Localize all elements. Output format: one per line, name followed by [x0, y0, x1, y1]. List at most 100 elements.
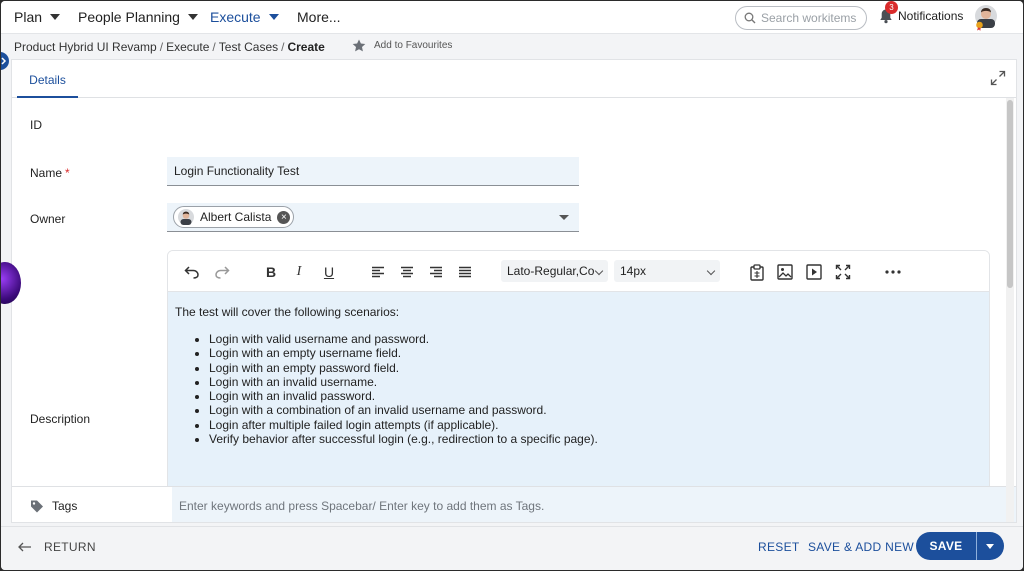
add-to-favourites-button[interactable]: Add to Favourites: [352, 39, 452, 52]
id-label: ID: [30, 118, 42, 132]
tags-row: Tags: [12, 486, 1016, 522]
sidebar-toggle-button[interactable]: [1, 52, 9, 70]
list-item: Verify behavior after successful login (…: [209, 432, 989, 446]
arrow-left-icon: [18, 542, 31, 552]
align-center-icon[interactable]: [398, 263, 416, 281]
scenario-list: Login with valid username and password. …: [175, 332, 989, 446]
breadcrumb: Product Hybrid UI Revamp / Execute / Test Ca…: [14, 40, 325, 54]
chevron-down-icon: [50, 14, 61, 20]
tags-label: Tags: [30, 499, 77, 513]
editor-toolbar: B I U Lato-Regular,Co 14px: [168, 251, 989, 292]
align-right-icon[interactable]: [427, 263, 445, 281]
chevron-right-icon: [1, 57, 7, 65]
search-box[interactable]: [735, 6, 867, 30]
name-field[interactable]: [167, 157, 579, 186]
chevron-down-icon[interactable]: [559, 215, 569, 220]
breadcrumb-separator: /: [159, 40, 164, 54]
owner-select[interactable]: Albert Calista ×: [167, 203, 579, 232]
breadcrumb-bar: Product Hybrid UI Revamp / Execute / Test Ca…: [1, 35, 1023, 59]
tag-icon: [31, 500, 43, 513]
notifications-label: Notifications: [898, 9, 964, 23]
top-nav: Plan People Planning Execute More... Sea…: [1, 1, 1023, 34]
scrollbar-thumb[interactable]: [1007, 100, 1013, 288]
chevron-down-icon: [187, 14, 198, 20]
list-item: Login with an empty password field.: [209, 361, 989, 375]
nav-plan-label: Plan: [14, 9, 43, 25]
undo-icon[interactable]: [183, 263, 201, 281]
chevron-down-icon: [268, 14, 279, 20]
nav-execute-label: Execute: [210, 9, 261, 25]
image-icon[interactable]: [776, 263, 794, 281]
chevron-down-icon: [706, 266, 716, 276]
font-family-select[interactable]: Lato-Regular,Co: [501, 260, 608, 282]
tags-input[interactable]: [172, 487, 1016, 522]
nav-more[interactable]: More...: [297, 9, 341, 25]
search-icon: [744, 12, 756, 24]
list-item: Login after multiple failed login attemp…: [209, 418, 989, 432]
footer-bar: RETURN RESET SAVE & ADD NEW SAVE: [1, 526, 1023, 570]
breadcrumb-item[interactable]: Execute: [166, 40, 209, 54]
breadcrumb-separator: /: [281, 40, 285, 54]
notification-count-badge: 3: [885, 1, 898, 14]
list-item: Login with an empty username field.: [209, 346, 989, 360]
name-label: Name *: [30, 166, 70, 180]
user-avatar[interactable]: [974, 5, 998, 31]
nav-plan[interactable]: Plan: [14, 9, 61, 25]
save-options-chevron-down-icon[interactable]: [977, 532, 1004, 560]
fullscreen-icon[interactable]: [834, 263, 852, 281]
owner-name: Albert Calista: [200, 210, 272, 224]
save-and-add-new-button[interactable]: SAVE & ADD NEW: [808, 540, 914, 554]
list-item: Login with a combination of an invalid u…: [209, 403, 989, 417]
font-size-value: 14px: [620, 264, 647, 278]
list-item: Login with an invalid password.: [209, 389, 989, 403]
description-intro: The test will cover the following scenar…: [175, 305, 400, 319]
font-size-select[interactable]: 14px: [614, 260, 720, 282]
save-button[interactable]: SAVE: [916, 532, 976, 560]
required-marker: *: [65, 166, 70, 180]
return-label: RETURN: [44, 540, 96, 554]
nav-people-planning-label: People Planning: [78, 9, 180, 25]
list-item: Login with an invalid username.: [209, 375, 989, 389]
chevron-down-icon: [594, 266, 604, 276]
more-options-icon[interactable]: [884, 263, 902, 281]
notifications-button[interactable]: 3 Notifications: [879, 1, 964, 24]
name-label-text: Name: [30, 166, 63, 180]
app-window: Plan People Planning Execute More... Sea…: [1, 1, 1023, 570]
list-item: Login with valid username and password.: [209, 332, 989, 346]
save-button-group: SAVE: [916, 532, 1004, 560]
redo-icon[interactable]: [213, 263, 231, 281]
description-label: Description: [30, 412, 91, 426]
breadcrumb-current: Create: [287, 40, 325, 54]
expand-icon[interactable]: [990, 70, 1006, 86]
star-icon: [352, 39, 366, 52]
search-input[interactable]: [761, 11, 857, 25]
tab-bar: Details: [12, 60, 1016, 98]
nav-people-planning[interactable]: People Planning: [78, 9, 198, 25]
breadcrumb-item[interactable]: Test Cases: [219, 40, 278, 54]
align-justify-icon[interactable]: [456, 263, 474, 281]
bell-icon: 3: [879, 1, 898, 24]
nav-execute[interactable]: Execute: [210, 9, 279, 25]
nav-more-label: More...: [297, 9, 341, 25]
italic-button[interactable]: I: [290, 263, 308, 281]
details-card: Details ID Name* Owner Albert Calista: [11, 59, 1017, 523]
description-editor: B I U Lato-Regular,Co 14px The test will…: [167, 250, 990, 522]
underline-button[interactable]: U: [320, 263, 338, 281]
remove-owner-icon[interactable]: ×: [277, 210, 291, 224]
paste-icon[interactable]: [748, 263, 766, 281]
tab-details[interactable]: Details: [17, 60, 78, 98]
video-icon[interactable]: [805, 263, 823, 281]
owner-chip: Albert Calista ×: [173, 206, 295, 228]
breadcrumb-separator: /: [212, 40, 216, 54]
tags-field[interactable]: [172, 487, 1016, 522]
tags-label-text: Tags: [52, 499, 78, 513]
bold-button[interactable]: B: [262, 263, 280, 281]
breadcrumb-item[interactable]: Product Hybrid UI Revamp: [14, 40, 157, 54]
avatar: [178, 209, 194, 225]
reset-button[interactable]: RESET: [758, 540, 800, 554]
align-left-icon[interactable]: [369, 263, 387, 281]
name-input[interactable]: [167, 157, 579, 185]
return-button[interactable]: RETURN: [18, 540, 96, 554]
scrollbar[interactable]: [1006, 98, 1014, 522]
add-to-favourites-label: Add to Favourites: [374, 40, 453, 51]
